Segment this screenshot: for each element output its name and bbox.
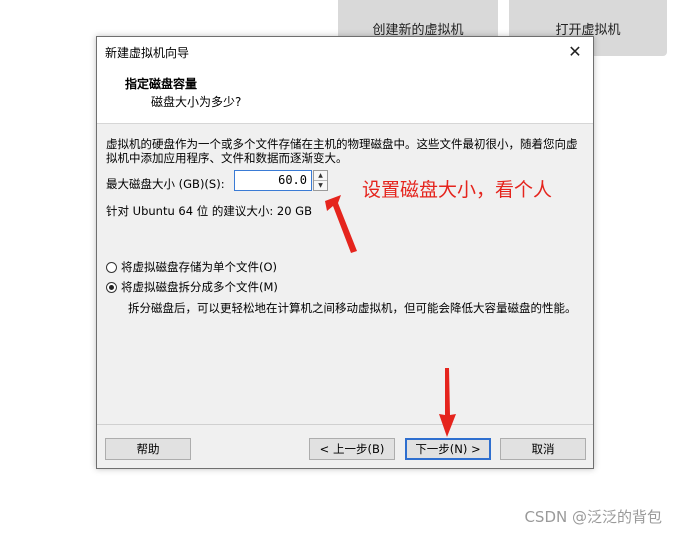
annotation-arrow-down-icon (439, 368, 456, 437)
watermark: CSDN @泛泛的背包 (524, 508, 662, 526)
annotation-arrow-up-icon (325, 195, 357, 253)
annotation-arrows (325, 195, 456, 437)
annotation-text: 设置磁盘大小，看个人 (362, 179, 553, 201)
